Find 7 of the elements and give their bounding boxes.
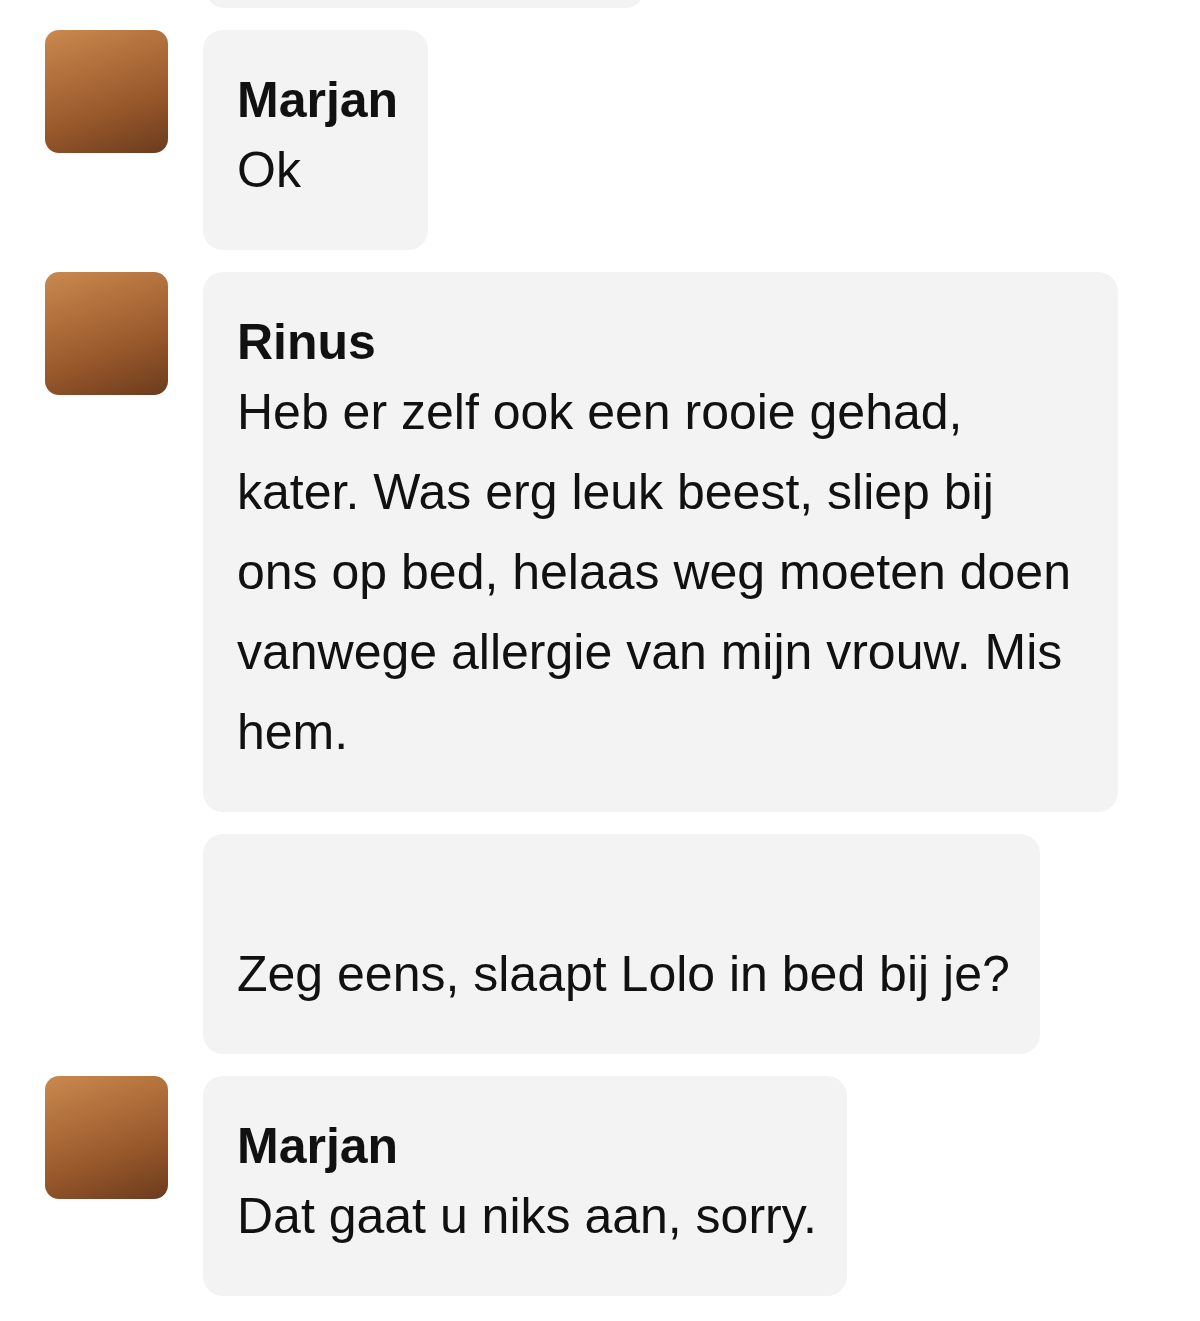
message-text: Zeg eens, slaapt Lolo in bed bij je? bbox=[237, 946, 1010, 1002]
sender-name: Marjan bbox=[237, 72, 399, 128]
message-text: Dat gaat u niks aan, sorry. bbox=[237, 1188, 817, 1244]
message-text: Ok bbox=[237, 142, 301, 198]
message-text: Heb er zelf ook een rooie gehad, kater. Was erg leuk beest, sliep bij ons op bed, helaas weg moeten doen vanwege allergie van mijn vrouw. Mis hem. bbox=[237, 384, 1071, 760]
sender-name: Marjan bbox=[237, 1118, 399, 1174]
sender-name: Rinus bbox=[237, 314, 376, 370]
